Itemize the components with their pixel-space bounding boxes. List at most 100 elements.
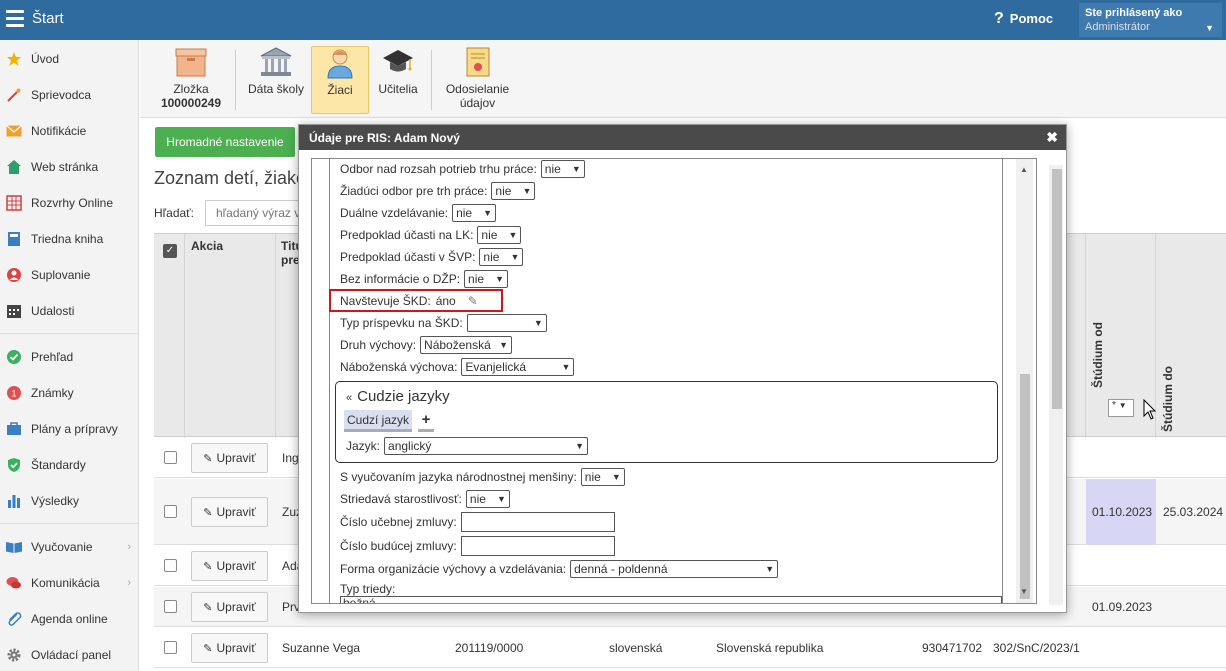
help-button[interactable]: ? Pomoc [994,10,1053,28]
sidebar-item-notifikacie[interactable]: Notifikácie [0,113,139,149]
cudzie-jazyky-header[interactable]: « Cudzie jazyky [346,388,450,405]
select-typ-prispevku-skd[interactable]: ▼ [466,314,547,332]
add-language-button[interactable]: + [418,410,434,432]
pencil-square-icon: ✎ [203,452,213,465]
user-prefix: Ste prihlásený ako [1085,7,1183,19]
graduation-cap-icon [381,46,415,78]
field-cislo-buducej-zmluvy: Číslo budúcej zmluvy: [340,536,615,556]
pencil-icon[interactable]: ✎ [468,294,478,308]
sidebar-item-komunikacia[interactable]: Komunikácia › [0,565,139,601]
scrollbar-thumb[interactable] [1052,169,1062,409]
sidebar-item-triedna-kniha[interactable]: Triedna kniha [0,221,139,257]
select-typ-triedy[interactable]: bežná [340,596,1002,603]
edit-button[interactable]: ✎ Upraviť [191,443,268,473]
app-title[interactable]: Štart [32,10,64,27]
hamburger-menu-icon[interactable] [6,10,24,28]
field-label: Jazyk: [346,439,381,453]
dialog-scrollbar[interactable] [1049,165,1063,605]
field-label: Číslo budúcej zmluvy: [340,539,457,553]
field-druh-vychovy: Druh výchovy: Náboženská ▼ [340,335,513,355]
select-bez-informacie-dzp[interactable]: nie ▼ [464,270,509,288]
sidebar-item-sprievodca[interactable]: Sprievodca [0,77,139,113]
tab-cudzi-jazyk[interactable]: Cudzí jazyk [344,410,412,432]
toolbar-odosielanie[interactable]: Odosielanie údajov [440,46,515,114]
briefcase-icon [5,420,23,438]
chevron-down-icon: ▼ [495,274,505,284]
edit-button[interactable]: ✎ Upraviť [191,633,268,663]
sidebar-item-standardy[interactable]: Štandardy [0,447,139,483]
field-dualne-vzdelavanie: Duálne vzdelávanie: nie ▼ [340,203,497,223]
select-dualne-vzdelavanie[interactable]: nie ▼ [452,204,497,222]
sidebar-item-plany[interactable]: Plány a prípravy [0,411,139,447]
input-cislo-buducej-zmluvy[interactable] [460,536,615,556]
select-odbor-nad-rozsah[interactable]: nie ▼ [540,160,585,178]
sidebar-item-uvod[interactable]: Úvod [0,41,139,77]
scroll-up-icon[interactable]: ▲ [1020,165,1028,174]
select-striedava-starostlivost[interactable]: nie ▼ [465,490,510,508]
sidebar-item-vyucovanie[interactable]: Vyučovanie › [0,529,139,565]
sidebar-item-agenda[interactable]: Agenda online [0,601,139,637]
paperclip-icon [5,610,23,628]
sidebar-item-znamky[interactable]: 1 Známky [0,375,139,411]
chevron-down-icon: ▼ [561,362,571,372]
certificate-icon [461,46,495,78]
row-checkbox[interactable] [164,559,177,572]
select-ziaduci-odbor[interactable]: nie ▼ [491,182,536,200]
edit-button[interactable]: ✎ Upraviť [191,497,268,527]
form-border-line [329,159,330,603]
row-cislo: 930471702 [922,641,983,655]
toolbar-ziaci[interactable]: Žiaci [311,46,369,114]
sidebar-item-label: Sprievodca [31,88,92,102]
toolbar-ucitelia[interactable]: Učitelia [374,46,422,114]
select-all-checkbox[interactable]: ✓ [163,244,177,258]
row-name: Suzanne Vega [282,641,361,655]
scrollbar-thumb[interactable] [1020,374,1030,599]
studium-od-filter-select[interactable]: * ▼ [1108,399,1134,417]
sidebar-item-label: Plány a prípravy [31,422,118,436]
edit-button[interactable]: ✎ Upraviť [191,551,268,581]
sidebar-item-label: Štandardy [31,458,86,472]
toolbar-data-skoly[interactable]: Dáta školy [244,46,308,114]
row-checkbox[interactable] [164,505,177,518]
bulk-settings-button[interactable]: Hromadné nastavenie [155,127,295,157]
select-predpoklad-lk[interactable]: nie ▼ [477,226,522,244]
field-label: Predpoklad účasti na LK: [340,228,474,242]
user-menu[interactable]: Ste prihlásený ako Administrátor ▼ [1079,3,1222,37]
select-predpoklad-svp[interactable]: nie ▼ [479,248,524,266]
select-nabozenska-vychova[interactable]: Evanjelická ▼ [461,358,575,376]
column-header-studium-do[interactable]: Štúdium do [1161,366,1175,432]
chevron-down-icon: ▼ [571,164,581,174]
select-value: nie [495,184,512,198]
toolbar-zlozka[interactable]: Zložka 100000249 [155,46,227,114]
field-label: Bez informácie o DŽP: [340,272,461,286]
select-druh-vychovy[interactable]: Náboženská ▼ [420,336,513,354]
sidebar-item-vysledky[interactable]: Výsledky [0,483,139,519]
sidebar-item-prehlad[interactable]: Prehľad [0,339,139,375]
close-icon[interactable]: ✖ [1046,129,1058,146]
scroll-down-icon[interactable]: ▼ [1020,587,1028,596]
select-value: anglický [388,439,432,453]
select-forma-organizacie[interactable]: denná - poldenná ▼ [570,560,779,578]
sidebar-item-web[interactable]: Web stránka [0,149,139,185]
row-checkbox[interactable] [164,641,177,654]
sidebar-item-suplovanie[interactable]: Suplovanie [0,257,139,293]
select-narodnostna-mensina[interactable]: nie ▼ [580,468,625,486]
field-label: Duálne vzdelávanie: [340,206,449,220]
form-scrollbar[interactable]: ▲ ▼ [1016,159,1033,603]
chevron-down-icon: ▼ [522,186,532,196]
sidebar-item-rozvrhy[interactable]: Rozvrhy Online [0,185,139,221]
row-checkbox[interactable] [164,451,177,464]
field-predpoklad-lk: Predpoklad účasti na LK: nie ▼ [340,225,522,245]
sidebar-item-udalosti[interactable]: Udalosti [0,293,139,329]
edit-button[interactable]: ✎ Upraviť [191,592,268,622]
sidebar-item-ovladaci-panel[interactable]: Ovládací panel [0,637,139,671]
wand-icon [5,86,23,104]
column-header-studium-od[interactable]: Štúdium od [1091,322,1105,388]
select-jazyk[interactable]: anglický ▼ [384,437,589,455]
input-cislo-ucebnej-zmluvy[interactable] [460,512,615,532]
sidebar-item-label: Agenda online [31,612,108,626]
row-checkbox[interactable] [164,600,177,613]
field-narodnostna-mensina: S vyučovaním jazyka národnostnej menšiny… [340,467,625,487]
calendar-icon [5,302,23,320]
sidebar-item-label: Triedna kniha [31,232,104,246]
